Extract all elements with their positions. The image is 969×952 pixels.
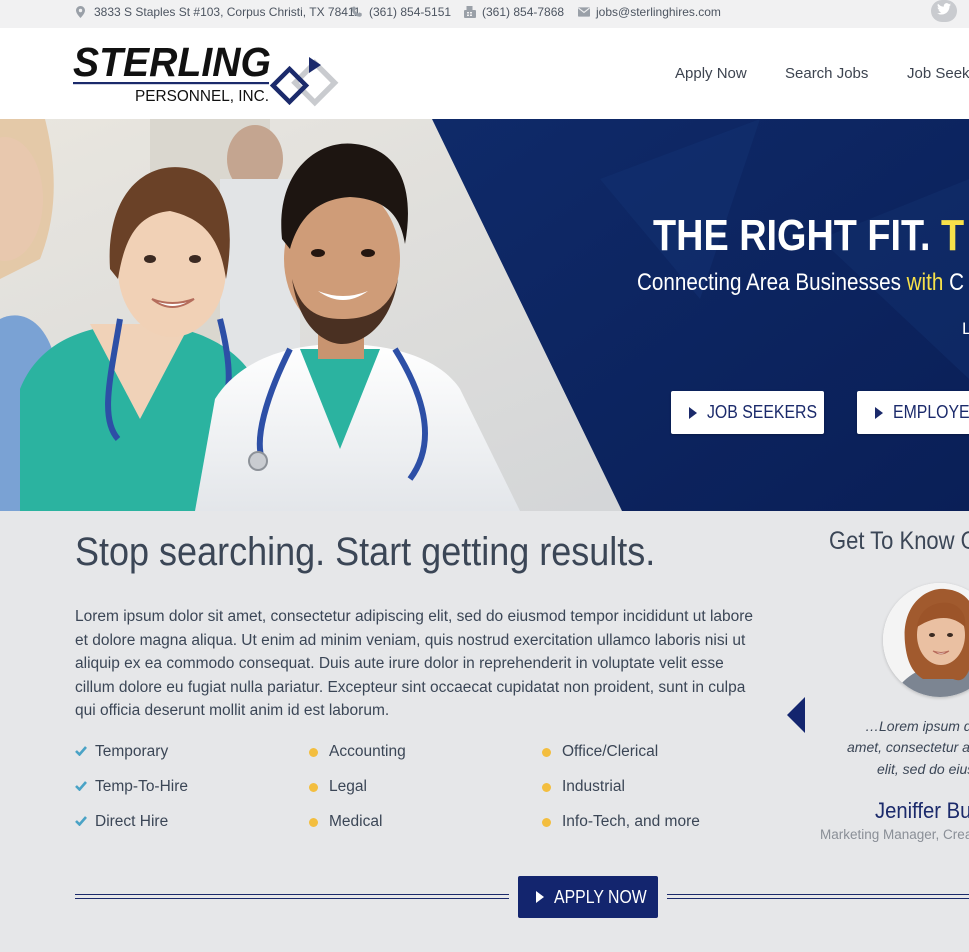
hero-title-highlight: T xyxy=(941,211,965,260)
hero-subtitle: Connecting Area Businesses with C xyxy=(637,269,964,297)
service-item: Info-Tech, and more xyxy=(542,813,700,831)
hero-line3: L xyxy=(962,319,969,338)
hero-banner: THE RIGHT FIT. T Connecting Area Busines… xyxy=(0,119,969,511)
map-pin-icon xyxy=(76,6,88,18)
quote-line: amet, consectetur a xyxy=(847,739,969,755)
service-label: Info-Tech, and more xyxy=(562,813,700,830)
fax-icon xyxy=(464,6,476,18)
apply-now-button[interactable]: APPLY NOW xyxy=(518,876,658,918)
fax-text: (361) 854-7868 xyxy=(482,5,565,19)
nav-search-jobs[interactable]: Search Jobs xyxy=(785,65,868,82)
bullet-dot-icon xyxy=(309,747,318,757)
carousel-prev-icon[interactable] xyxy=(787,697,807,733)
testimonial-name: Jeniffer Bu xyxy=(875,798,969,823)
bullet-dot-icon xyxy=(542,782,551,792)
service-label: Medical xyxy=(329,813,383,830)
hero-photo xyxy=(0,119,969,511)
service-label: Accounting xyxy=(329,743,406,760)
check-icon xyxy=(75,743,87,761)
job-seekers-button[interactable]: JOB SEEKERS xyxy=(671,391,824,434)
phone-icon xyxy=(351,6,363,18)
bullet-dot-icon xyxy=(542,747,551,757)
check-icon xyxy=(75,778,87,796)
email-link[interactable]: jobs@sterlinghires.com xyxy=(596,5,721,19)
service-label: Direct Hire xyxy=(95,813,169,830)
testimonial-avatar xyxy=(883,583,969,697)
employers-button[interactable]: EMPLOYER xyxy=(857,391,969,434)
service-item: Accounting xyxy=(309,743,406,761)
hero-sub-end: C xyxy=(943,269,964,296)
apply-now-label: APPLY NOW xyxy=(554,886,647,907)
quote-line: …Lorem ipsum d xyxy=(865,718,969,734)
bullet-dot-icon xyxy=(542,817,551,827)
divider-right xyxy=(667,894,969,899)
address-item: 3833 S Staples St #103, Corpus Christi, … xyxy=(76,5,360,19)
contact-bar: 3833 S Staples St #103, Corpus Christi, … xyxy=(0,0,969,28)
phone-text: (361) 854-5151 xyxy=(369,5,452,19)
svg-text:STERLING: STERLING xyxy=(73,39,271,85)
hero-sub-with: with xyxy=(906,269,944,296)
fax-item: (361) 854-7868 xyxy=(464,5,564,19)
job-seekers-label: JOB SEEKERS xyxy=(707,402,818,422)
check-icon xyxy=(75,813,87,831)
testimonial-heading: Get To Know O xyxy=(829,527,969,555)
phone-item[interactable]: (361) 854-5151 xyxy=(351,5,451,19)
envelope-icon xyxy=(578,6,590,18)
service-item: Medical xyxy=(309,813,382,831)
bullet-dot-icon xyxy=(309,817,318,827)
twitter-button[interactable] xyxy=(931,0,957,22)
service-item: Office/Clerical xyxy=(542,743,658,761)
hero-title: THE RIGHT FIT. T xyxy=(653,211,964,261)
testimonial-role: Marketing Manager, Crea xyxy=(820,827,969,842)
twitter-icon xyxy=(937,2,951,20)
play-icon xyxy=(536,891,544,903)
service-label: Temp-To-Hire xyxy=(95,778,189,795)
service-label: Legal xyxy=(329,778,367,795)
service-item: Temp-To-Hire xyxy=(75,778,188,796)
quote-line: elit, sed do eius xyxy=(877,761,969,777)
play-icon xyxy=(689,406,697,419)
nav-apply-now[interactable]: Apply Now xyxy=(675,65,747,82)
service-item: Industrial xyxy=(542,778,625,796)
hero-title-main: THE RIGHT FIT. xyxy=(653,211,931,260)
service-label: Temporary xyxy=(95,743,169,760)
svg-text:PERSONNEL, INC.: PERSONNEL, INC. xyxy=(135,88,269,105)
page-headline: Stop searching. Start getting results. xyxy=(75,530,656,574)
intro-paragraph: Lorem ipsum dolor sit amet, consectetur … xyxy=(75,608,754,720)
service-item: Legal xyxy=(309,778,367,796)
nav-job-seekers[interactable]: Job Seek xyxy=(907,65,969,82)
hero-sub-main: Connecting Area Businesses xyxy=(637,269,907,296)
service-item: Temporary xyxy=(75,743,168,761)
service-label: Office/Clerical xyxy=(562,743,659,760)
bullet-dot-icon xyxy=(309,782,318,792)
site-header: STERLING PERSONNEL, INC. Apply Now Searc… xyxy=(0,28,969,119)
service-label: Industrial xyxy=(562,778,625,795)
sterling-logo[interactable]: STERLING PERSONNEL, INC. xyxy=(73,39,353,109)
email-item[interactable]: jobs@sterlinghires.com xyxy=(578,5,721,19)
employers-label: EMPLOYER xyxy=(893,402,969,422)
divider-left xyxy=(75,894,509,899)
play-icon xyxy=(875,406,883,419)
address-text: 3833 S Staples St #103, Corpus Christi, … xyxy=(94,5,361,19)
service-item: Direct Hire xyxy=(75,813,168,831)
